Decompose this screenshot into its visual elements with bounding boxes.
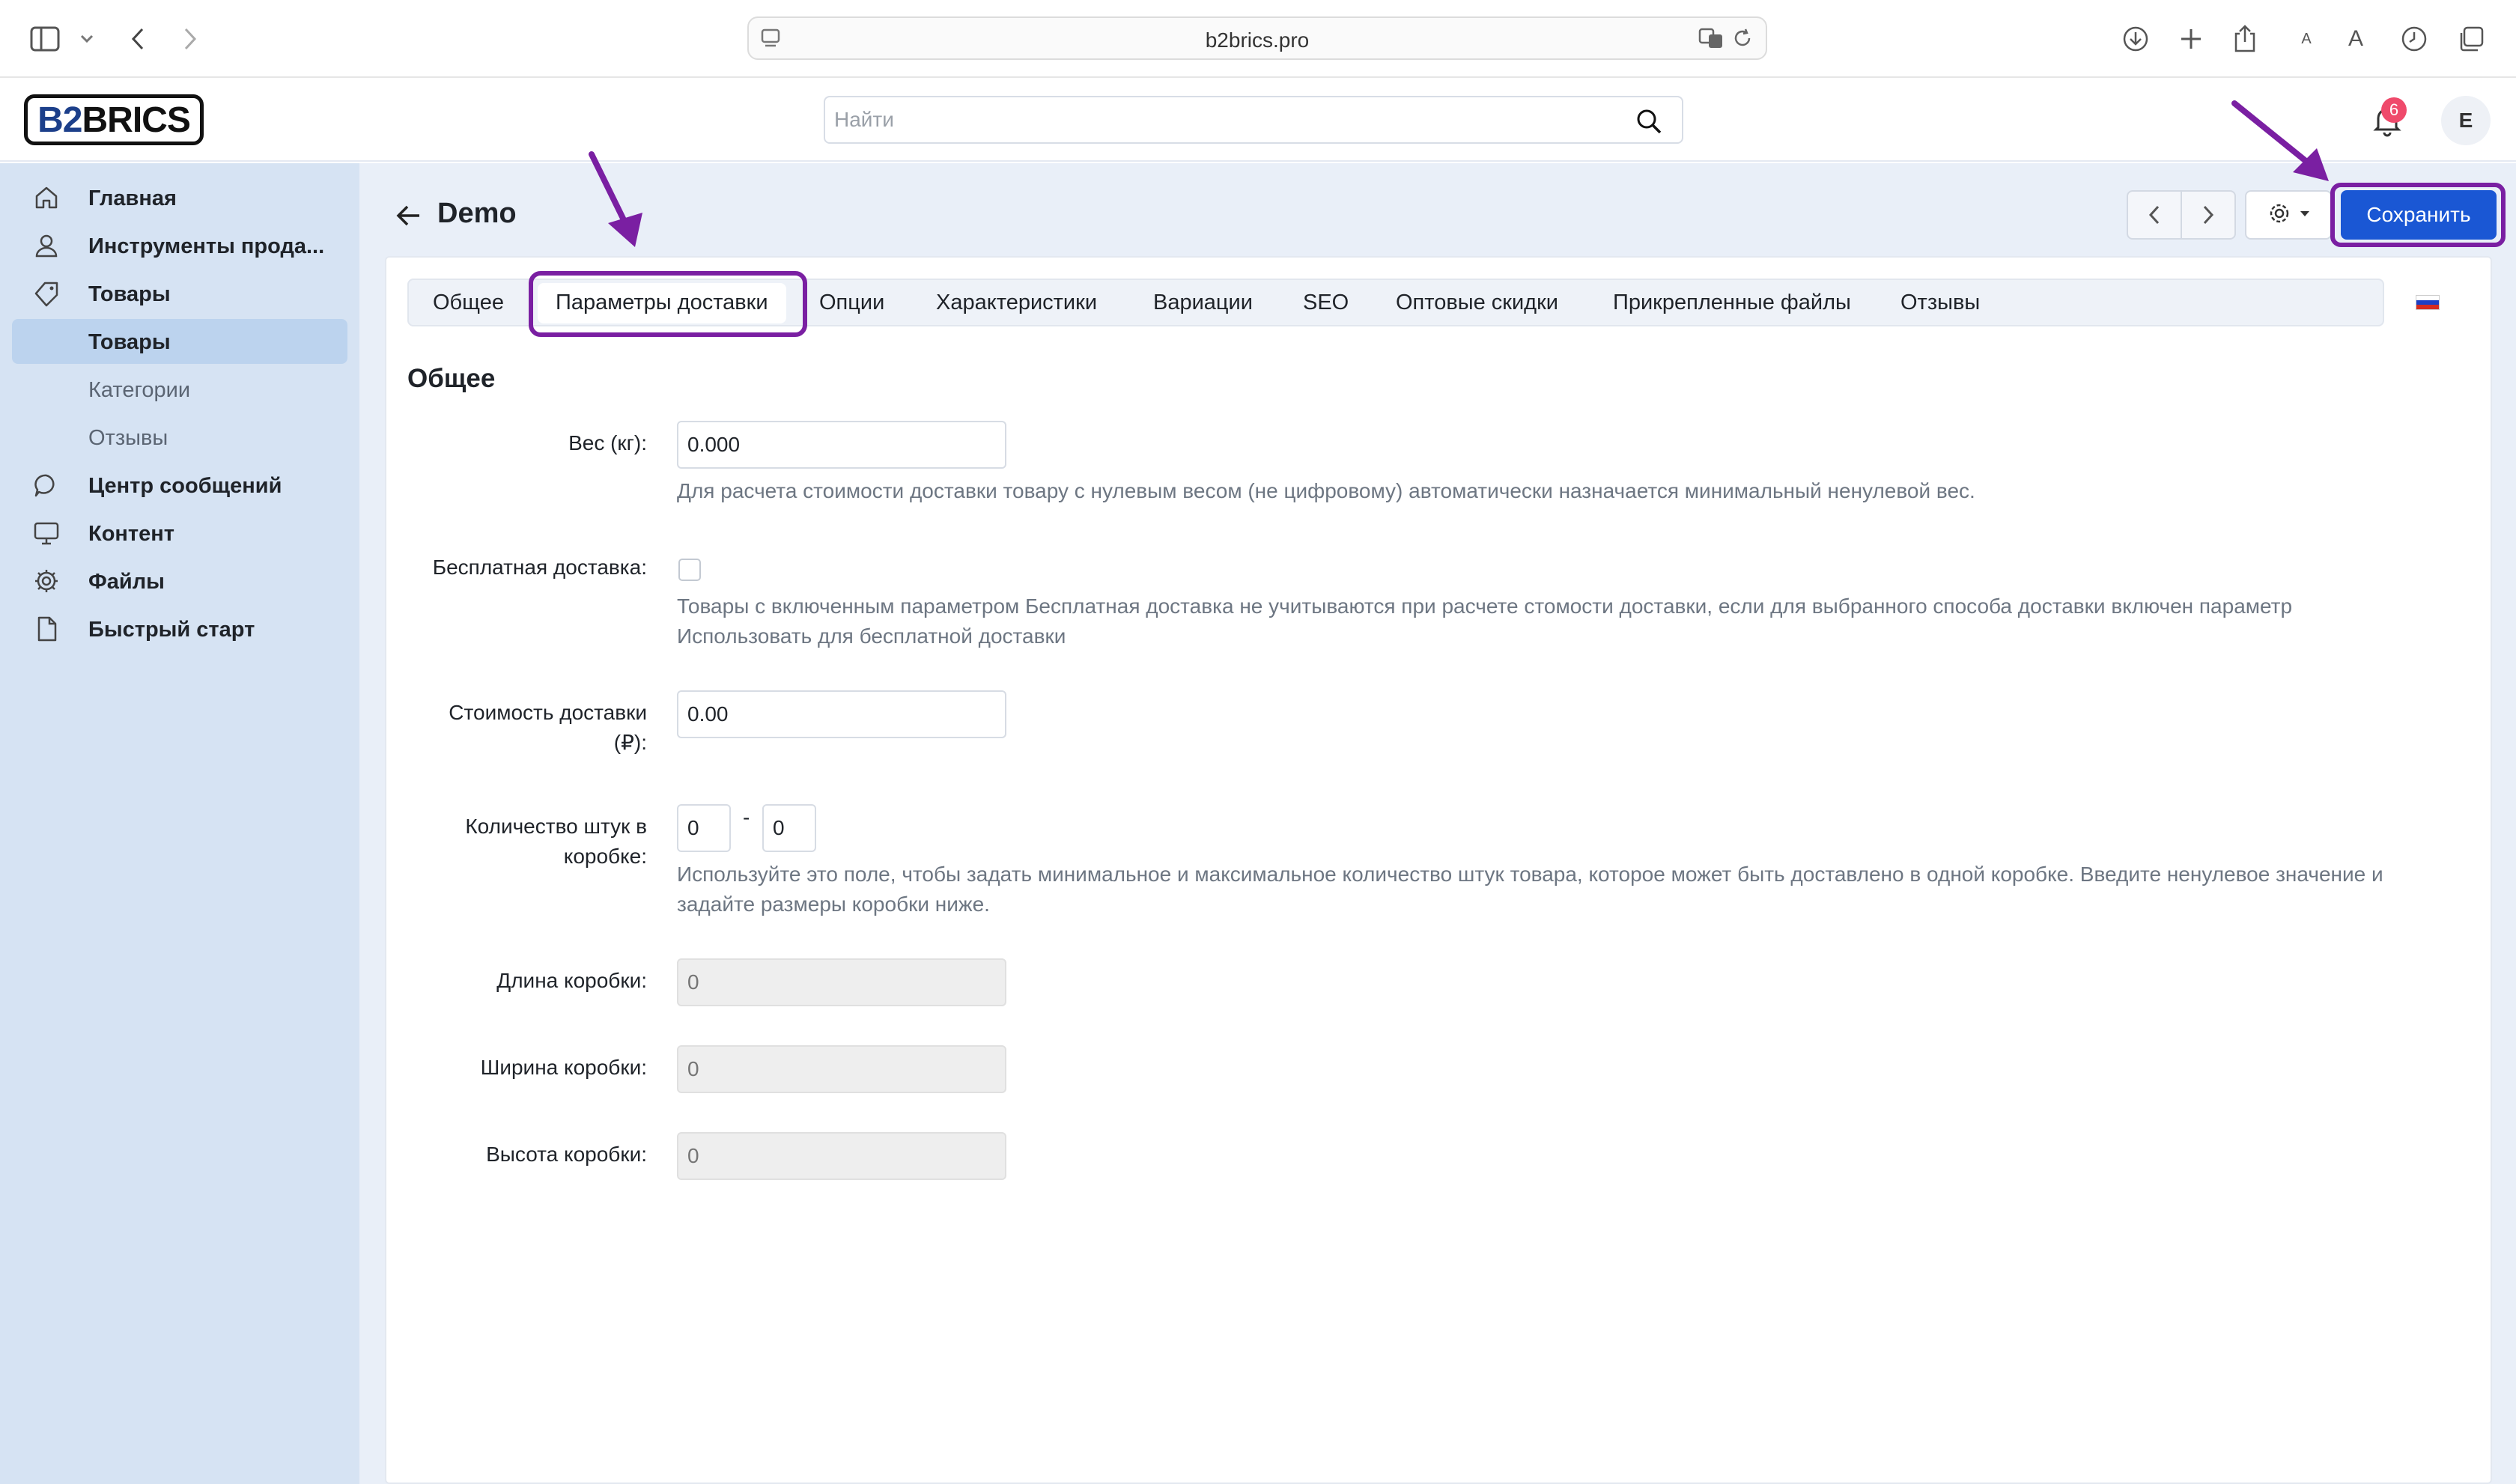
gear-icon bbox=[33, 568, 60, 594]
language-flag-ru-icon[interactable] bbox=[2416, 295, 2440, 310]
gear-icon bbox=[2267, 201, 2292, 230]
save-button[interactable]: Сохранить bbox=[2341, 190, 2497, 240]
tab-wholesale-discounts[interactable]: Оптовые скидки bbox=[1396, 291, 1558, 315]
translate-icon[interactable] bbox=[1698, 27, 1724, 53]
product-tabs: Общее Параметры доставки Опции Характери… bbox=[407, 279, 2384, 326]
search-box bbox=[824, 96, 1683, 144]
reload-icon[interactable] bbox=[1731, 27, 1754, 53]
caret-down-icon bbox=[2300, 208, 2310, 222]
box-height-input bbox=[677, 1132, 1006, 1180]
chat-icon bbox=[33, 472, 60, 499]
box-qty-max-input[interactable] bbox=[762, 804, 816, 852]
box-width-input bbox=[677, 1045, 1006, 1093]
sidebar-item-content[interactable]: Контент bbox=[12, 511, 347, 556]
tab-options[interactable]: Опции bbox=[819, 291, 884, 315]
record-pager bbox=[2127, 190, 2236, 240]
sidebar-item-quick-start[interactable]: Быстрый старт bbox=[12, 606, 347, 651]
tabs-overview-icon[interactable] bbox=[2455, 22, 2488, 55]
free-shipping-checkbox[interactable] bbox=[678, 559, 701, 581]
box-qty-min-input[interactable] bbox=[677, 804, 731, 852]
url-text: b2brics.pro bbox=[1205, 28, 1310, 52]
brand-logo[interactable]: B2 BRICS bbox=[24, 94, 204, 145]
next-record-button[interactable] bbox=[2182, 192, 2234, 238]
history-icon[interactable] bbox=[2398, 22, 2431, 55]
text-smaller-icon[interactable]: A bbox=[2290, 22, 2323, 55]
box-length-input bbox=[677, 958, 1006, 1006]
tab-shipping[interactable]: Параметры доставки bbox=[538, 283, 786, 323]
notifications-badge: 6 bbox=[2381, 97, 2407, 123]
back-arrow-icon[interactable] bbox=[394, 201, 424, 231]
free-shipping-hint-line2: Использовать для бесплатной доставки bbox=[677, 624, 1066, 648]
box-width-label: Ширина коробки: bbox=[480, 1056, 647, 1079]
sidebar-item-sales-tools[interactable]: Инструменты прода... bbox=[12, 223, 347, 268]
browser-toolbar: b2brics.pro A A bbox=[0, 0, 2516, 78]
box-qty-label-line2: коробке: bbox=[563, 845, 647, 868]
shipping-cost-label-line1: Стоимость доставки bbox=[449, 701, 647, 724]
download-icon[interactable] bbox=[2119, 22, 2152, 55]
tab-seo[interactable]: SEO bbox=[1303, 291, 1349, 315]
sidebar-subitem-reviews[interactable]: Отзывы bbox=[12, 415, 347, 460]
search-input[interactable] bbox=[834, 105, 1620, 135]
tab-reviews[interactable]: Отзывы bbox=[1900, 291, 1980, 315]
user-avatar[interactable]: E bbox=[2441, 96, 2491, 145]
box-qty-hint-line2: задайте размеры коробки ниже. bbox=[677, 892, 990, 916]
back-icon[interactable] bbox=[121, 22, 154, 55]
free-shipping-hint-line1: Товары с включенным параметром Бесплатна… bbox=[677, 594, 2293, 618]
monitor-icon bbox=[33, 520, 60, 547]
weight-label: Вес (кг): bbox=[568, 431, 647, 454]
sidebar-subitem-products[interactable]: Товары bbox=[12, 319, 347, 364]
home-icon bbox=[33, 184, 60, 211]
sidebar-item-products[interactable]: Товары bbox=[12, 271, 347, 316]
shipping-cost-input[interactable] bbox=[677, 690, 1006, 738]
forward-icon[interactable] bbox=[174, 22, 207, 55]
sidebar-subitem-categories[interactable]: Категории bbox=[12, 367, 347, 412]
search-icon[interactable] bbox=[1635, 108, 1662, 139]
settings-dropdown-button[interactable] bbox=[2245, 190, 2332, 240]
previous-record-button[interactable] bbox=[2128, 192, 2182, 238]
weight-input[interactable] bbox=[677, 421, 1006, 469]
address-bar[interactable]: b2brics.pro bbox=[747, 16, 1767, 60]
page-title: Demo bbox=[437, 198, 517, 229]
new-tab-icon[interactable] bbox=[2175, 22, 2207, 55]
tag-icon bbox=[33, 280, 60, 307]
shipping-cost-label-line2: (₽): bbox=[613, 731, 647, 754]
sidebar-item-message-center[interactable]: Центр сообщений bbox=[12, 463, 347, 508]
tab-general[interactable]: Общее bbox=[433, 291, 504, 315]
sidebar-item-files[interactable]: Файлы bbox=[12, 559, 347, 603]
document-icon bbox=[33, 615, 60, 642]
free-shipping-label: Бесплатная доставка: bbox=[432, 556, 647, 579]
box-qty-hint-line1: Используйте это поле, чтобы задать миним… bbox=[677, 863, 2383, 886]
app-header: B2BRICS 6 E bbox=[0, 79, 2516, 162]
box-height-label: Высота коробки: bbox=[486, 1143, 647, 1166]
weight-hint: Для расчета стоимости доставки товару с … bbox=[677, 479, 1975, 502]
box-length-label: Длина коробки: bbox=[496, 969, 647, 992]
tab-attachments[interactable]: Прикрепленные файлы bbox=[1613, 291, 1851, 315]
box-qty-label-line1: Количество штук в bbox=[465, 815, 647, 838]
section-title: Общее bbox=[407, 364, 496, 393]
chevron-down-icon[interactable] bbox=[70, 22, 103, 55]
sidebar: Главная Инструменты прода... Товары Това… bbox=[0, 163, 359, 1484]
user-icon bbox=[33, 232, 60, 259]
sidebar-toggle-icon[interactable] bbox=[28, 22, 61, 55]
sidebar-item-home[interactable]: Главная bbox=[12, 175, 347, 220]
text-larger-icon[interactable]: A bbox=[2339, 22, 2372, 55]
tab-features[interactable]: Характеристики bbox=[936, 291, 1097, 315]
tab-variations[interactable]: Вариации bbox=[1153, 291, 1253, 315]
box-qty-separator: - bbox=[743, 806, 750, 829]
share-icon[interactable] bbox=[2228, 22, 2261, 55]
